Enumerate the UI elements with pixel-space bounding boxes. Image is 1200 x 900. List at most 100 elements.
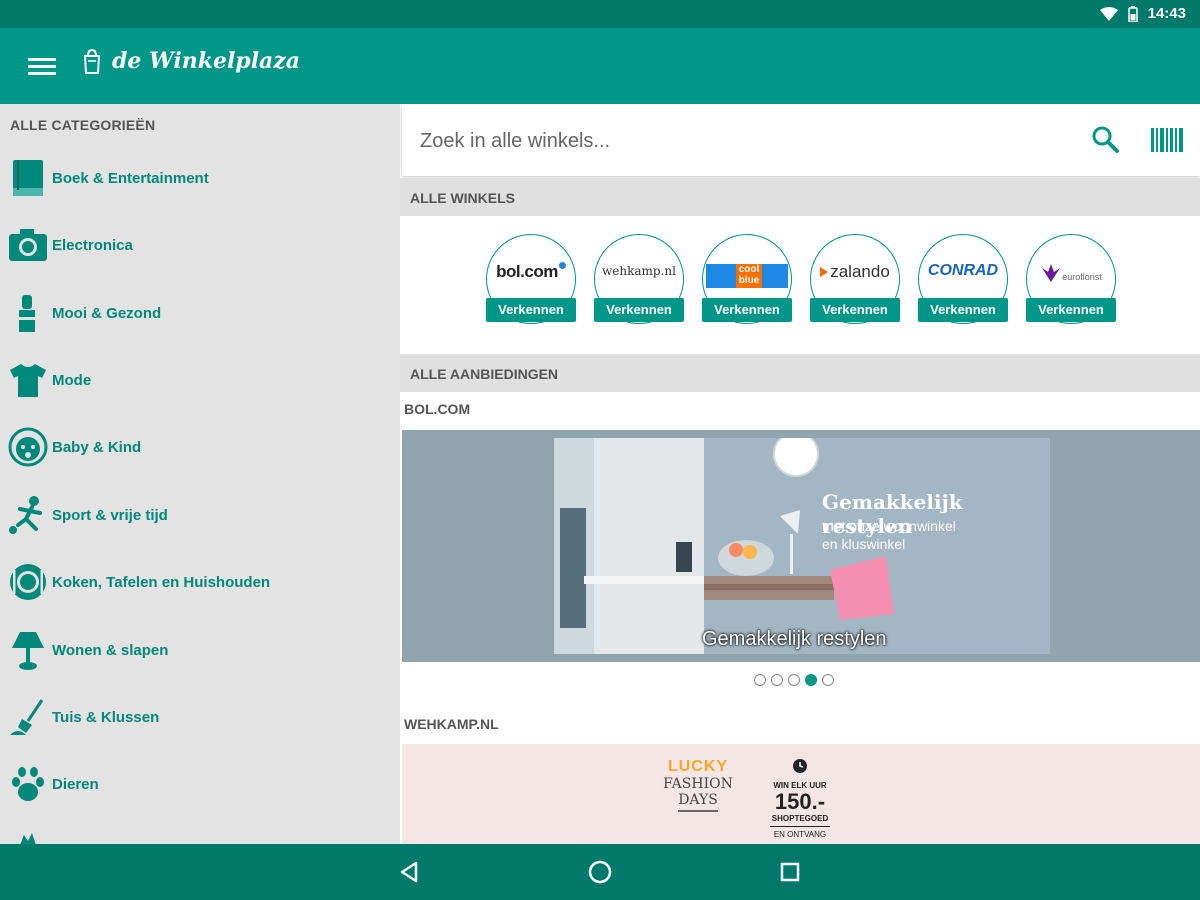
paw-icon xyxy=(8,764,48,804)
categories-heading: ALLE CATEGORIEËN xyxy=(10,117,156,133)
book-icon xyxy=(8,158,48,198)
carousel-indicator xyxy=(754,674,834,686)
carousel-dot[interactable] xyxy=(754,674,766,686)
conrad-logo: CONRAD xyxy=(927,262,999,279)
shop-carousel: bol.com Verkennen wehkamp.nl Verkennen c… xyxy=(400,218,1200,352)
banner-subline: en kluswinkel xyxy=(822,536,906,552)
carousel-dot[interactable] xyxy=(822,674,834,686)
offer-banner-wehkamp[interactable]: LUCKY FASHION DAYS WIN ELK UUR 150.- SHO… xyxy=(402,744,1200,844)
section-header-shops: ALLE WINKELS xyxy=(400,178,1200,216)
explore-button[interactable]: Verkennen xyxy=(918,298,1008,322)
category-dieren[interactable]: Dieren xyxy=(0,754,400,814)
offer-banner-bol[interactable]: Gemakkelijk restylen met onze woonwinkel… xyxy=(402,430,1200,662)
euroflorist-logo: euroflorist xyxy=(1026,264,1116,282)
main-content: ALLE WINKELS bol.com Verkennen wehkamp.n… xyxy=(400,104,1200,844)
category-wonen-slapen[interactable]: Wonen & slapen xyxy=(0,620,400,680)
category-label: Mooi & Gezond xyxy=(52,304,162,322)
carousel-dot[interactable] xyxy=(771,674,783,686)
category-label: Electronica xyxy=(52,236,133,254)
shirt-icon xyxy=(8,360,48,400)
zalando-logo: zalando xyxy=(810,262,900,282)
section-title: ALLE WINKELS xyxy=(410,190,515,206)
category-label: Koken, Tafelen en Huishouden xyxy=(52,573,271,591)
wehkamp-logo: wehkamp.nl xyxy=(602,264,676,278)
explore-button[interactable]: Verkennen xyxy=(1026,298,1116,322)
shop-euroflorist[interactable]: euroflorist Verkennen xyxy=(1026,234,1116,326)
category-label: Boek & Entertainment xyxy=(52,169,209,187)
offer-store-label: BOL.COM xyxy=(404,401,471,417)
camera-icon xyxy=(8,225,48,265)
offer-store-label: WEHKAMP.NL xyxy=(404,716,499,732)
category-partial-icon xyxy=(18,832,38,844)
banner-fashion: FASHION xyxy=(663,776,733,792)
clock-icon xyxy=(793,759,807,773)
system-nav-bar xyxy=(0,844,1200,900)
category-sport-vrije-tijd[interactable]: Sport & vrije tijd xyxy=(0,485,400,545)
category-drawer: ALLE CATEGORIEËN Boek & Entertainment El… xyxy=(0,104,400,844)
menu-icon-line xyxy=(28,65,56,68)
flower-icon xyxy=(1042,264,1061,282)
plate-icon xyxy=(8,562,48,602)
app-brand: de Winkelplaza xyxy=(82,48,300,74)
shop-conrad[interactable]: CONRAD Verkennen xyxy=(918,234,1008,326)
shop-zalando[interactable]: zalando Verkennen xyxy=(810,234,900,326)
banner-image: Gemakkelijk restylen met onze woonwinkel… xyxy=(554,438,1050,654)
shop-coolblue[interactable]: cool blue Verkennen xyxy=(702,234,792,326)
banner-days: DAYS xyxy=(678,792,718,808)
barcode-scan-icon[interactable] xyxy=(1150,126,1184,156)
banner-lucky: LUCKY xyxy=(667,758,729,775)
search-bar xyxy=(402,104,1200,176)
category-boek-entertainment[interactable]: Boek & Entertainment xyxy=(0,148,400,208)
banner-ontvang: EN ONTVANG xyxy=(773,830,827,839)
menu-icon-line xyxy=(28,72,56,75)
category-baby-kind[interactable]: Baby & Kind xyxy=(0,417,400,477)
shopping-bag-icon xyxy=(83,48,101,74)
battery-icon xyxy=(1127,5,1138,22)
category-electronica[interactable]: Electronica xyxy=(0,215,400,275)
category-label: Baby & Kind xyxy=(52,438,142,456)
recents-icon[interactable] xyxy=(776,858,804,886)
category-label: Tuis & Klussen xyxy=(52,708,160,726)
explore-button[interactable]: Verkennen xyxy=(486,298,576,322)
banner-subline: met onze woonwinkel xyxy=(822,518,956,534)
shovel-icon xyxy=(8,697,48,737)
shop-wehkamp[interactable]: wehkamp.nl Verkennen xyxy=(594,234,684,326)
category-label: Sport & vrije tijd xyxy=(52,506,168,524)
menu-icon-line xyxy=(28,58,56,61)
soccer-icon xyxy=(8,495,48,535)
category-tuin-klussen[interactable]: Tuis & Klussen xyxy=(0,687,400,747)
banner-shoptegoed: SHOPTEGOED xyxy=(771,814,829,823)
section-title: ALLE AANBIEDINGEN xyxy=(410,366,559,382)
category-mooi-gezond[interactable]: Mooi & Gezond xyxy=(0,283,400,343)
wifi-icon xyxy=(1099,6,1118,21)
category-label: Dieren xyxy=(52,775,99,793)
coolblue-logo: cool blue xyxy=(702,264,792,288)
explore-button[interactable]: Verkennen xyxy=(594,298,684,322)
lipstick-icon xyxy=(8,293,48,333)
explore-button[interactable]: Verkennen xyxy=(702,298,792,322)
section-header-offers: ALLE AANBIEDINGEN xyxy=(400,354,1200,392)
back-icon[interactable] xyxy=(396,858,424,886)
bol-com-logo: bol.com xyxy=(486,262,576,282)
category-label: Mode xyxy=(52,371,92,389)
lamp-icon xyxy=(8,630,48,670)
carousel-dot-active[interactable] xyxy=(805,674,817,686)
status-bar: 14:43 xyxy=(0,0,1200,28)
search-icon[interactable] xyxy=(1090,124,1122,156)
category-label: Wonen & slapen xyxy=(52,641,169,659)
category-koken-tafelen-huishouden[interactable]: Koken, Tafelen en Huishouden xyxy=(0,552,400,612)
explore-button[interactable]: Verkennen xyxy=(810,298,900,322)
home-icon[interactable] xyxy=(586,858,614,886)
lucky-fashion-days: LUCKY FASHION DAYS xyxy=(658,758,738,812)
menu-button[interactable] xyxy=(28,54,56,78)
win-info: WIN ELK UUR 150.- SHOPTEGOED EN ONTVANG xyxy=(762,758,838,839)
category-mode[interactable]: Mode xyxy=(0,350,400,410)
search-input[interactable] xyxy=(418,122,1062,160)
banner-illustration xyxy=(554,438,1050,654)
app-bar: de Winkelplaza xyxy=(0,28,1200,104)
app-title: de Winkelplaza xyxy=(112,48,301,74)
status-time: 14:43 xyxy=(1147,5,1186,22)
baby-icon xyxy=(8,427,48,467)
shop-bol-com[interactable]: bol.com Verkennen xyxy=(486,234,576,326)
carousel-dot[interactable] xyxy=(788,674,800,686)
